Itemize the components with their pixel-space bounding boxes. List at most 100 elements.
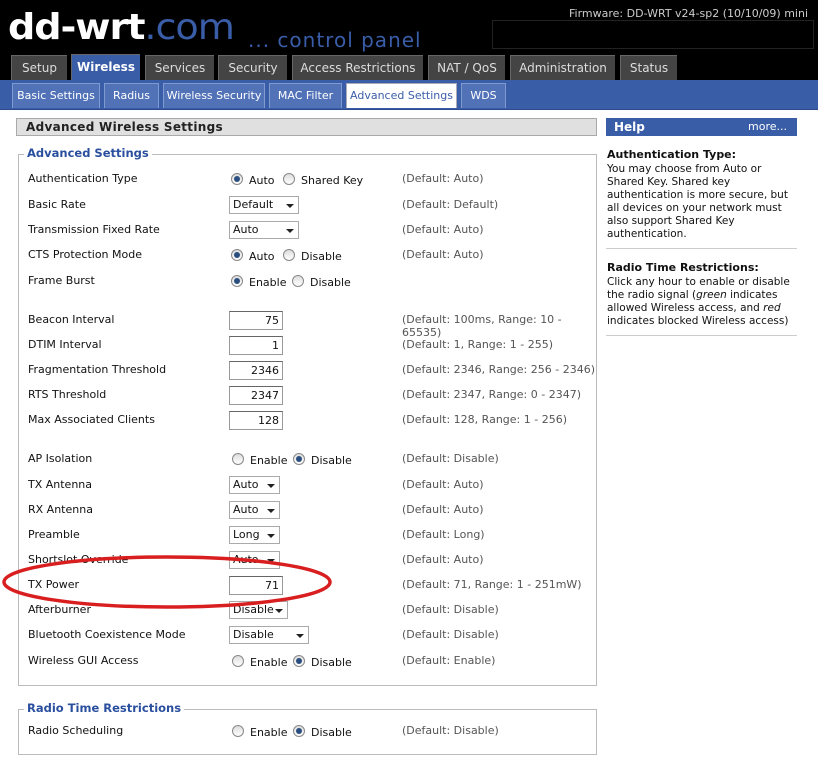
basic-rate-select[interactable]: Default (229, 196, 299, 214)
firmware-version: Firmware: DD-WRT v24-sp2 (10/10/09) mini (569, 7, 808, 20)
row-label: Beacon Interval (28, 313, 115, 326)
radio-label: Enable (250, 656, 288, 669)
auth-auto-radio[interactable] (231, 173, 243, 185)
radio-label: Enable (250, 454, 288, 467)
cts-auto-radio[interactable] (231, 249, 243, 261)
red-annotation-ellipse (2, 555, 332, 609)
chevron-down-icon (296, 634, 304, 638)
help-heading-radio-time: Radio Time Restrictions: (607, 261, 759, 274)
row-basic-rate: Basic Rate Default (Default: Default) (19, 195, 599, 215)
row-rts-threshold: RTS Threshold 2347 (Default: 2347, Range… (19, 385, 599, 405)
row-authentication-type: Authentication Type Auto Shared Key (Def… (19, 169, 599, 189)
help-heading-auth: Authentication Type: (607, 148, 737, 161)
rx-antenna-select[interactable]: Auto (229, 501, 280, 519)
default-hint: (Default: 2347, Range: 0 - 2347) (402, 388, 581, 401)
subtab-wireless-security[interactable]: Wireless Security (163, 83, 265, 108)
radio-label: Disable (311, 454, 352, 467)
gui-access-enable-radio[interactable] (232, 655, 244, 667)
row-frame-burst: Frame Burst Enable Disable (19, 271, 599, 291)
advanced-settings-legend: Advanced Settings (24, 146, 152, 160)
fixed-rate-select[interactable]: Auto (229, 221, 299, 239)
row-wireless-gui-access: Wireless GUI Access Enable Disable (Defa… (19, 651, 599, 671)
tx-antenna-select[interactable]: Auto (229, 476, 280, 494)
help-text-auth: You may choose from Auto or Shared Key. … (607, 163, 788, 240)
frame-burst-disable-radio[interactable] (292, 275, 304, 287)
max-clients-input[interactable]: 128 (229, 411, 283, 430)
ap-isolation-disable-radio[interactable] (293, 453, 305, 465)
row-tx-antenna: TX Antenna Auto (Default: Auto) (19, 475, 599, 495)
help-divider (606, 241, 797, 249)
default-hint: (Default: Disable) (402, 452, 499, 465)
radio-label: Disable (311, 726, 352, 739)
subtab-mac-filter[interactable]: MAC Filter (269, 83, 342, 108)
sub-tab-bar: Basic Settings Radius Wireless Security … (0, 80, 818, 110)
subtab-radius[interactable]: Radius (104, 83, 159, 108)
default-hint: (Default: 128, Range: 1 - 256) (402, 413, 567, 426)
help-more-link[interactable]: more... (748, 118, 787, 136)
radio-label: Enable (249, 276, 287, 289)
row-label: RTS Threshold (28, 388, 107, 401)
subtab-advanced-settings[interactable]: Advanced Settings (346, 83, 457, 108)
default-hint: (Default: Long) (402, 528, 485, 541)
chevron-down-icon (267, 484, 275, 488)
chevron-down-icon (267, 509, 275, 513)
default-hint: (Default: Default) (402, 198, 499, 211)
row-max-associated-clients: Max Associated Clients 128 (Default: 128… (19, 410, 599, 430)
row-label: AP Isolation (28, 452, 93, 465)
ap-isolation-enable-radio[interactable] (232, 453, 244, 465)
row-label: Frame Burst (28, 274, 95, 287)
row-label: Authentication Type (28, 172, 138, 185)
fragmentation-threshold-input[interactable]: 2346 (229, 361, 283, 380)
radio-label: Shared Key (301, 174, 364, 187)
bluetooth-coexistence-select[interactable]: Disable (229, 626, 309, 644)
subtab-basic-settings[interactable]: Basic Settings (12, 83, 100, 108)
row-dtim-interval: DTIM Interval 1 (Default: 1, Range: 1 - … (19, 335, 599, 355)
chevron-down-icon (286, 229, 294, 233)
default-hint: (Default: Auto) (402, 503, 484, 516)
tab-wireless[interactable]: Wireless (71, 54, 140, 80)
row-transmission-fixed-rate: Transmission Fixed Rate Auto (Default: A… (19, 220, 599, 240)
help-title: Help more... (606, 118, 797, 136)
default-hint: (Default: 2346, Range: 256 - 2346) (402, 363, 595, 376)
tab-setup[interactable]: Setup (11, 55, 67, 80)
tab-security[interactable]: Security (218, 55, 287, 80)
row-bluetooth-coexistence: Bluetooth Coexistence Mode Disable (Defa… (19, 625, 599, 645)
row-label: TX Antenna (28, 478, 93, 491)
row-preamble: Preamble Long (Default: Long) (19, 525, 599, 545)
row-label: Max Associated Clients (28, 413, 155, 426)
default-hint: (Default: Auto) (402, 172, 484, 185)
row-label: Bluetooth Coexistence Mode (28, 628, 186, 641)
frame-burst-enable-radio[interactable] (231, 275, 243, 287)
dtim-interval-input[interactable]: 1 (229, 336, 283, 355)
tab-services[interactable]: Services (145, 55, 214, 80)
help-text-radio-time: Click any hour to enable or disable the … (607, 276, 790, 327)
cts-disable-radio[interactable] (283, 249, 295, 261)
tab-status[interactable]: Status (620, 55, 677, 80)
row-fragmentation-threshold: Fragmentation Threshold 2346 (Default: 2… (19, 360, 599, 380)
control-panel-subtitle: ... control panel (248, 28, 422, 52)
row-label: Wireless GUI Access (28, 654, 139, 667)
tab-access-restrictions[interactable]: Access Restrictions (292, 55, 423, 80)
ddwrt-logo: dd-wrt.com (8, 7, 235, 48)
row-label: Preamble (28, 528, 80, 541)
page-title: Advanced Wireless Settings (16, 118, 597, 136)
scheduling-disable-radio[interactable] (293, 725, 305, 737)
auth-shared-key-radio[interactable] (283, 173, 295, 185)
row-ap-isolation: AP Isolation Enable Disable (Default: Di… (19, 449, 599, 469)
radio-label: Disable (311, 656, 352, 669)
row-label: Basic Rate (28, 198, 86, 211)
tab-administration[interactable]: Administration (510, 55, 615, 80)
gui-access-disable-radio[interactable] (293, 655, 305, 667)
tab-nat-qos[interactable]: NAT / QoS (428, 55, 505, 80)
row-cts-protection: CTS Protection Mode Auto Disable (Defaul… (19, 245, 599, 265)
default-hint: (Default: Disable) (402, 724, 499, 737)
subtab-wds[interactable]: WDS (461, 83, 506, 108)
preamble-select[interactable]: Long (229, 526, 280, 544)
rts-threshold-input[interactable]: 2347 (229, 386, 283, 405)
beacon-interval-input[interactable]: 75 (229, 311, 283, 330)
default-hint: (Default: Enable) (402, 654, 496, 667)
default-hint: (Default: Auto) (402, 478, 484, 491)
radio-label: Disable (310, 276, 351, 289)
row-radio-scheduling: Radio Scheduling Enable Disable (Default… (19, 721, 599, 741)
scheduling-enable-radio[interactable] (232, 725, 244, 737)
